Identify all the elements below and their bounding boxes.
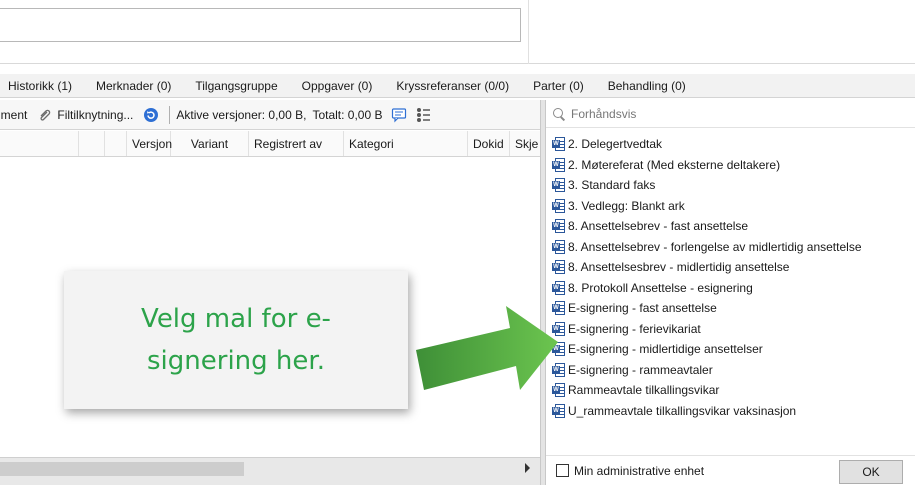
document-toolbar: ument Filtilknytning... Aktive versjoner… xyxy=(0,100,540,130)
template-label: 8. Protokoll Ansettelse - esignering xyxy=(568,280,753,295)
template-item[interactable]: W E-signering - ferievikariat xyxy=(552,319,912,340)
template-label: E-signering - ferievikariat xyxy=(568,321,701,336)
template-item[interactable]: W U_rammeavtale tilkallingsvikar vaksina… xyxy=(552,401,912,422)
template-panel-footer: Min administrative enhet OK xyxy=(546,455,915,485)
template-item[interactable]: W 2. Delegertvedtak xyxy=(552,134,912,155)
template-label: 8. Ansettelsebrev - forlengelse av midle… xyxy=(568,239,862,254)
template-list: W 2. Delegertvedtak W 2. Møtereferat (Me… xyxy=(552,134,912,421)
tab-historikk[interactable]: Historikk (1) xyxy=(0,79,84,93)
top-divider xyxy=(528,0,529,64)
template-item[interactable]: W E-signering - midlertidige ansettelser xyxy=(552,339,912,360)
template-label: E-signering - rammeavtaler xyxy=(568,362,713,377)
refresh-icon[interactable] xyxy=(143,107,159,123)
word-document-icon: W xyxy=(552,239,565,254)
top-area xyxy=(0,0,915,64)
tabs-bar: Historikk (1) Merknader (0) Tilgangsgrup… xyxy=(0,74,915,98)
document-button[interactable]: ument xyxy=(0,108,27,122)
word-document-icon: W xyxy=(552,137,565,152)
word-document-icon: W xyxy=(552,178,565,193)
file-link-button[interactable]: Filtilknytning... xyxy=(57,108,133,122)
column-registrert-av[interactable]: Registrert av xyxy=(249,131,344,156)
column-dokid[interactable]: Dokid xyxy=(468,131,510,156)
template-item[interactable]: W E-signering - fast ansettelse xyxy=(552,298,912,319)
template-label: E-signering - midlertidige ansettelser xyxy=(568,342,763,357)
admin-unit-checkbox[interactable] xyxy=(556,464,569,477)
template-panel: Forhåndsvis W 2. Delegertvedtak W 2. Møt… xyxy=(546,100,915,485)
template-label: Rammeavtale tilkallingsvikar xyxy=(568,383,720,398)
admin-unit-label[interactable]: Min administrative enhet xyxy=(574,464,704,478)
column-kategori[interactable]: Kategori xyxy=(344,131,468,156)
template-label: 3. Standard faks xyxy=(568,178,656,193)
title-input[interactable] xyxy=(0,8,521,42)
word-document-icon: W xyxy=(552,260,565,275)
tab-parter[interactable]: Parter (0) xyxy=(521,79,596,93)
scrollbar-thumb[interactable] xyxy=(0,462,244,476)
column-chooser-icon[interactable] xyxy=(415,107,431,123)
comment-icon[interactable] xyxy=(391,107,407,123)
preview-search-box[interactable]: Forhåndsvis xyxy=(546,100,915,128)
template-item[interactable]: W 3. Standard faks xyxy=(552,175,912,196)
column-variant[interactable]: Variant xyxy=(171,131,249,156)
template-item[interactable]: W 2. Møtereferat (Med eksterne deltakere… xyxy=(552,155,912,176)
column-blank-3[interactable] xyxy=(105,131,127,156)
toolbar-separator xyxy=(169,105,171,124)
template-label: 2. Møtereferat (Med eksterne deltakere) xyxy=(568,157,781,172)
template-label: U_rammeavtale tilkallingsvikar vaksinasj… xyxy=(568,403,797,418)
column-skjerming[interactable]: Skje xyxy=(510,131,540,156)
template-label: 3. Vedlegg: Blankt ark xyxy=(568,198,685,213)
template-item[interactable]: W E-signering - rammeavtaler xyxy=(552,360,912,381)
paperclip-icon xyxy=(37,107,53,123)
callout-line-1: Velg mal for e- xyxy=(141,304,331,334)
scroll-right-icon[interactable] xyxy=(525,463,530,473)
template-item[interactable]: W 8. Ansettelsebrev - forlengelse av mid… xyxy=(552,237,912,258)
template-item[interactable]: W 8. Ansettelsebrev - fast ansettelse xyxy=(552,216,912,237)
template-label: E-signering - fast ansettelse xyxy=(568,301,717,316)
template-label: 8. Ansettelsesbrev - midlertidig ansette… xyxy=(568,260,790,275)
word-document-icon: W xyxy=(552,219,565,234)
preview-search-placeholder: Forhåndsvis xyxy=(571,106,637,121)
ok-button[interactable]: OK xyxy=(839,460,903,484)
column-blank-2[interactable] xyxy=(79,131,105,156)
horizontal-scrollbar[interactable] xyxy=(0,457,540,485)
template-item[interactable]: W 3. Vedlegg: Blankt ark xyxy=(552,196,912,217)
callout-line-2: signering her. xyxy=(147,346,325,376)
column-versjon[interactable]: Versjon xyxy=(127,131,172,156)
search-icon xyxy=(552,107,566,121)
pointer-arrow-icon xyxy=(416,306,558,390)
document-grid-header: Versjon Variant Registrert av Kategori D… xyxy=(0,131,540,157)
tab-behandling[interactable]: Behandling (0) xyxy=(596,79,698,93)
template-label: 2. Delegertvedtak xyxy=(568,137,663,152)
column-blank-1[interactable] xyxy=(0,131,79,156)
active-versions-text: Aktive versjoner: 0,00 B, xyxy=(176,107,307,122)
tab-tilgangsgruppe[interactable]: Tilgangsgruppe xyxy=(183,79,289,93)
total-size-text: Totalt: 0,00 B xyxy=(312,107,383,122)
word-document-icon: W xyxy=(552,280,565,295)
callout-text: Velg mal for e- signering her. xyxy=(141,298,331,382)
template-item[interactable]: W 8. Protokoll Ansettelse - esignering xyxy=(552,278,912,299)
tab-oppgaver[interactable]: Oppgaver (0) xyxy=(290,79,385,93)
word-document-icon: W xyxy=(552,157,565,172)
instruction-callout: Velg mal for e- signering her. xyxy=(64,271,408,409)
tab-merknader[interactable]: Merknader (0) xyxy=(84,79,183,93)
word-document-icon: W xyxy=(552,198,565,213)
tab-kryssreferanser[interactable]: Kryssreferanser (0/0) xyxy=(384,79,521,93)
template-item[interactable]: W 8. Ansettelsesbrev - midlertidig anset… xyxy=(552,257,912,278)
template-label: 8. Ansettelsebrev - fast ansettelse xyxy=(568,219,749,234)
template-item[interactable]: W Rammeavtale tilkallingsvikar xyxy=(552,380,912,401)
